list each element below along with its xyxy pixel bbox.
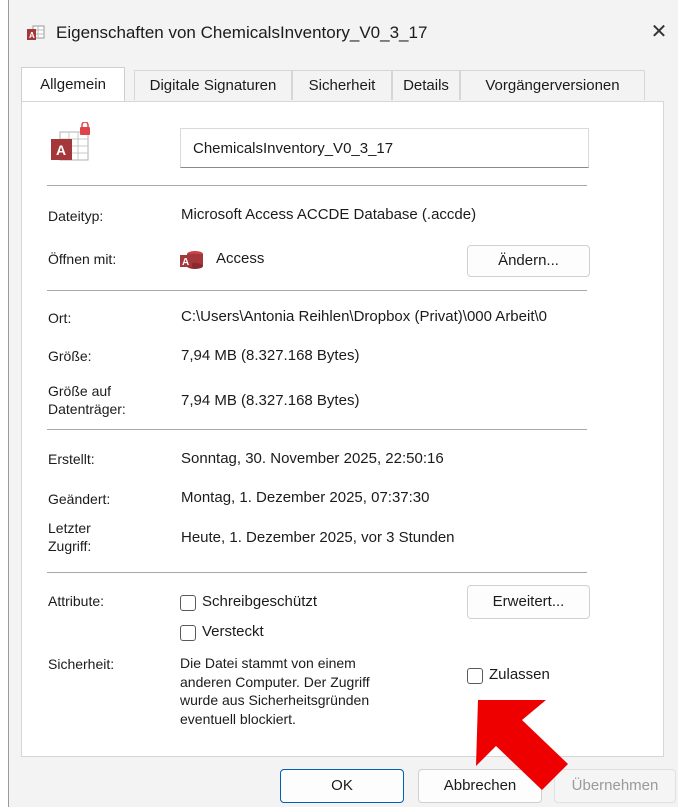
close-icon[interactable]: ✕ <box>645 18 673 46</box>
size-on-disk-label: Größe auf Datenträger: <box>48 383 126 417</box>
access-database-icon: A <box>51 122 90 161</box>
file-name-input[interactable] <box>180 128 589 168</box>
general-panel: A Dateityp: Microsoft Access ACCDE Datab… <box>21 101 664 757</box>
svg-text:A: A <box>29 31 35 40</box>
attributes-label: Attribute: <box>48 593 105 609</box>
tab-vorgaengerversionen[interactable]: Vorgängerversionen <box>460 70 645 100</box>
opens-with-label: Öffnen mit: <box>48 251 117 267</box>
security-label: Sicherheit: <box>48 656 115 672</box>
svg-text:A: A <box>56 142 66 158</box>
readonly-checkbox[interactable] <box>180 595 196 611</box>
size-label: Größe: <box>48 348 92 364</box>
size-value: 7,94 MB (8.327.168 Bytes) <box>181 347 360 364</box>
separator <box>47 185 587 186</box>
unblock-checkbox[interactable] <box>467 668 483 684</box>
tab-digitale-signaturen[interactable]: Digitale Signaturen <box>134 70 292 100</box>
location-value: C:\Users\Antonia Reihlen\Dropbox (Privat… <box>181 308 548 325</box>
tab-details[interactable]: Details <box>392 70 460 100</box>
advanced-button[interactable]: Erweitert... <box>467 585 590 619</box>
ok-button[interactable]: OK <box>280 769 404 803</box>
tab-allgemein[interactable]: Allgemein <box>21 67 125 101</box>
title-bar: A Eigenschaften von ChemicalsInventory_V… <box>9 14 678 50</box>
last-access-value: Heute, 1. Dezember 2025, vor 3 Stunden <box>181 529 455 546</box>
svg-text:A: A <box>182 257 189 268</box>
location-label: Ort: <box>48 310 72 326</box>
modified-label: Geändert: <box>48 491 111 507</box>
change-button[interactable]: Ändern... <box>467 245 590 277</box>
tab-strip: Allgemein Digitale Signaturen Sicherheit… <box>21 67 661 102</box>
size-on-disk-value: 7,94 MB (8.327.168 Bytes) <box>181 392 360 409</box>
properties-dialog: A Eigenschaften von ChemicalsInventory_V… <box>8 0 678 807</box>
unblock-label: Zulassen <box>489 666 550 683</box>
separator <box>47 429 587 430</box>
separator <box>47 572 587 573</box>
created-label: Erstellt: <box>48 451 95 467</box>
access-file-icon: A <box>27 25 45 40</box>
security-message: Die Datei stammt von einem anderen Compu… <box>180 655 370 727</box>
window-title: Eigenschaften von ChemicalsInventory_V0_… <box>56 23 428 42</box>
tab-sicherheit[interactable]: Sicherheit <box>292 70 392 100</box>
apply-button[interactable]: Übernehmen <box>554 769 676 803</box>
opens-with-value: Access <box>216 250 265 267</box>
modified-value: Montag, 1. Dezember 2025, 07:37:30 <box>181 489 430 506</box>
hidden-label: Versteckt <box>202 623 264 640</box>
created-value: Sonntag, 30. November 2025, 22:50:16 <box>181 450 444 467</box>
file-type-label: Dateityp: <box>48 208 104 224</box>
last-access-label: Letzter Zugriff: <box>48 520 92 554</box>
file-type-value: Microsoft Access ACCDE Database (.accde) <box>181 206 477 223</box>
readonly-label: Schreibgeschützt <box>202 593 318 610</box>
hidden-checkbox[interactable] <box>180 625 196 641</box>
separator <box>47 290 587 291</box>
annotation-arrow-icon <box>476 700 568 790</box>
access-app-icon: A <box>180 251 203 269</box>
